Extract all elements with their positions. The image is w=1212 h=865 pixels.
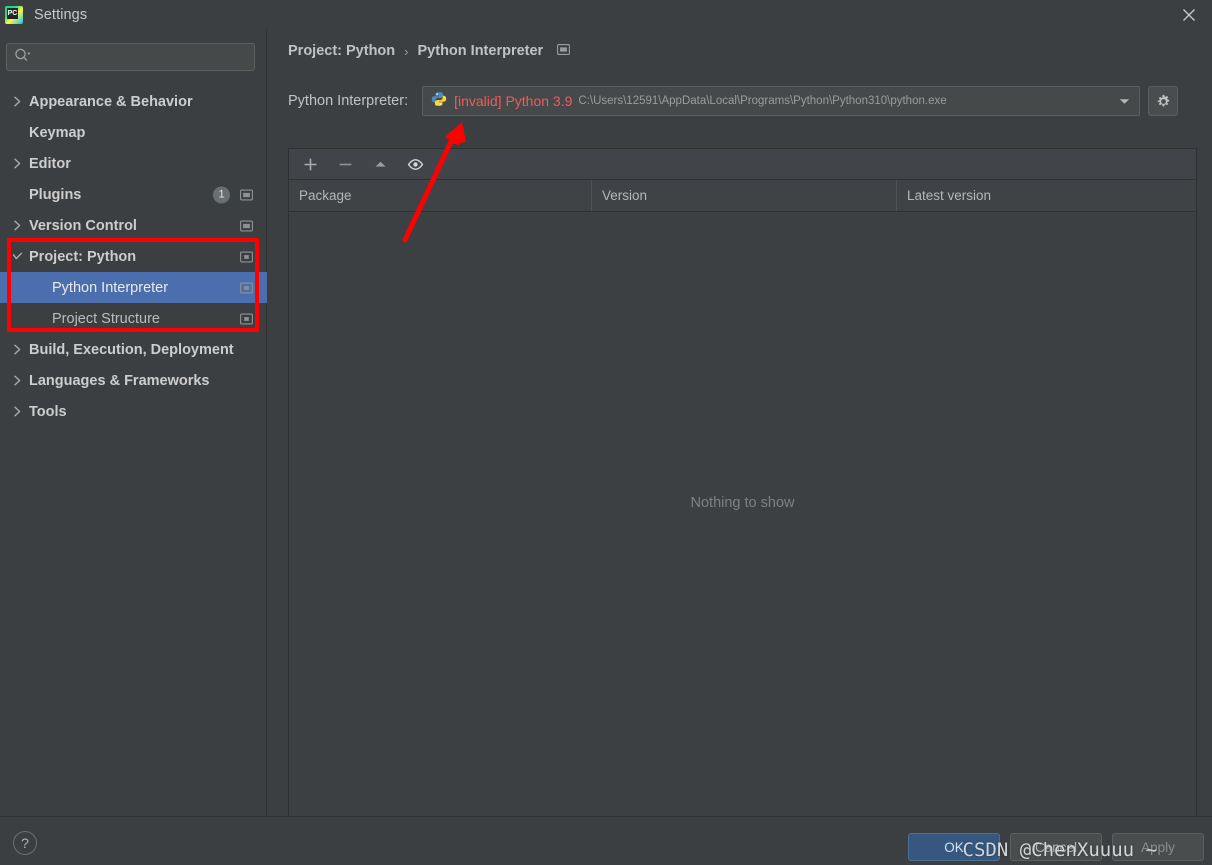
ok-button[interactable]: OK: [908, 833, 1000, 861]
breadcrumb-root[interactable]: Project: Python: [288, 43, 395, 59]
chevron-right-icon[interactable]: [10, 405, 24, 419]
interpreter-name: [invalid] Python 3.9: [454, 93, 573, 109]
window-title: Settings: [34, 6, 88, 23]
interpreter-row: Python Interpreter: [invalid] Python 3.9…: [288, 86, 1200, 116]
project-monitor-icon: [240, 313, 253, 324]
column-header-version[interactable]: Version: [592, 180, 897, 211]
monitor-icon: [240, 220, 253, 231]
sidebar-item-plugins[interactable]: Plugins 1: [0, 179, 267, 210]
breadcrumb: Project: Python › Python Interpreter: [288, 42, 571, 60]
settings-sidebar: Appearance & Behavior Keymap Editor Plugins…: [0, 29, 267, 816]
sidebar-item-label: Project Structure: [52, 310, 160, 327]
search-icon: [14, 48, 32, 67]
sidebar-item-label: Languages & Frameworks: [29, 372, 210, 389]
sidebar-item-trailing: [240, 282, 253, 293]
empty-state-message: Nothing to show: [690, 495, 795, 511]
dialog-footer: ? OK Cancel Apply CSDN @ChenXuuuu ~: [0, 816, 1212, 865]
sidebar-item-label: Plugins: [29, 186, 82, 203]
settings-tree: Appearance & Behavior Keymap Editor Plugins…: [0, 86, 267, 427]
sidebar-item-label: Project: Python: [29, 248, 137, 265]
title-bar: PC Settings: [0, 0, 1212, 29]
interpreter-path: C:\Users\12591\AppData\Local\Programs\Py…: [578, 95, 947, 107]
gear-icon[interactable]: [1148, 86, 1179, 116]
plugin-update-badge: 1: [213, 186, 230, 203]
sidebar-item-appearance-behavior[interactable]: Appearance & Behavior: [0, 86, 267, 117]
sidebar-item-label: Editor: [29, 155, 71, 172]
sidebar-item-label: Python Interpreter: [52, 279, 169, 296]
cancel-button[interactable]: Cancel: [1010, 833, 1102, 861]
python-icon: [431, 91, 447, 112]
sidebar-item-trailing: [240, 220, 253, 231]
sidebar-item-python-interpreter[interactable]: Python Interpreter: [0, 272, 267, 303]
sidebar-item-build-execution-deployment[interactable]: Build, Execution, Deployment: [0, 334, 267, 365]
pycharm-logo-text: PC: [7, 7, 18, 19]
question-icon[interactable]: ?: [13, 831, 37, 855]
arrow-up-icon[interactable]: [370, 154, 390, 174]
chevron-right-icon[interactable]: [10, 219, 24, 233]
sidebar-item-languages-frameworks[interactable]: Languages & Frameworks: [0, 365, 267, 396]
project-monitor-icon: [240, 251, 253, 262]
sidebar-item-trailing: [240, 251, 253, 262]
sidebar-item-trailing: 1: [213, 186, 253, 203]
sidebar-item-version-control[interactable]: Version Control: [0, 210, 267, 241]
main-content: Project: Python › Python Interpreter Pyt…: [267, 29, 1212, 826]
close-icon[interactable]: [1166, 0, 1212, 29]
sidebar-item-project-python[interactable]: Project: Python: [0, 241, 267, 272]
sidebar-item-trailing: [240, 313, 253, 324]
chevron-down-icon[interactable]: [10, 250, 24, 264]
sidebar-item-tools[interactable]: Tools: [0, 396, 267, 427]
sidebar-item-label: Appearance & Behavior: [29, 93, 193, 110]
breadcrumb-leaf: Python Interpreter: [417, 43, 544, 59]
sidebar-item-project-structure[interactable]: Project Structure: [0, 303, 267, 334]
breadcrumb-separator: ›: [404, 43, 409, 59]
settings-dialog: PC Settings Appearance & Behavior Keymap…: [0, 0, 1212, 865]
sidebar-item-label: Build, Execution, Deployment: [29, 341, 234, 358]
search-container: [6, 43, 255, 71]
minus-icon[interactable]: [335, 154, 355, 174]
eye-icon[interactable]: [405, 154, 425, 174]
monitor-icon: [240, 189, 253, 200]
interpreter-dropdown[interactable]: [invalid] Python 3.9 C:\Users\12591\AppD…: [422, 86, 1141, 116]
chevron-right-icon[interactable]: [10, 95, 24, 109]
column-header-latest-version[interactable]: Latest version: [897, 180, 1196, 211]
packages-table-header: Package Version Latest version: [289, 180, 1196, 212]
sidebar-item-keymap[interactable]: Keymap: [0, 117, 267, 148]
apply-button[interactable]: Apply: [1112, 833, 1204, 861]
interpreter-label: Python Interpreter:: [288, 93, 409, 109]
sidebar-item-label: Keymap: [29, 124, 86, 141]
sidebar-item-label: Version Control: [29, 217, 137, 234]
pycharm-logo-icon: PC: [5, 5, 23, 24]
packages-panel: Package Version Latest version Nothing t…: [288, 148, 1197, 826]
sidebar-item-editor[interactable]: Editor: [0, 148, 267, 179]
sidebar-item-label: Tools: [29, 403, 67, 420]
packages-toolbar: [289, 149, 1196, 180]
search-box[interactable]: [6, 43, 255, 71]
chevron-right-icon[interactable]: [10, 374, 24, 388]
packages-table-body: Nothing to show: [289, 212, 1196, 824]
plus-icon[interactable]: [300, 154, 320, 174]
chevron-down-icon[interactable]: [1119, 92, 1130, 110]
monitor-icon: [557, 42, 571, 60]
search-input[interactable]: [32, 49, 254, 65]
chevron-right-icon[interactable]: [10, 343, 24, 357]
column-header-package[interactable]: Package: [289, 180, 592, 211]
chevron-right-icon[interactable]: [10, 157, 24, 171]
project-monitor-icon: [240, 282, 253, 293]
